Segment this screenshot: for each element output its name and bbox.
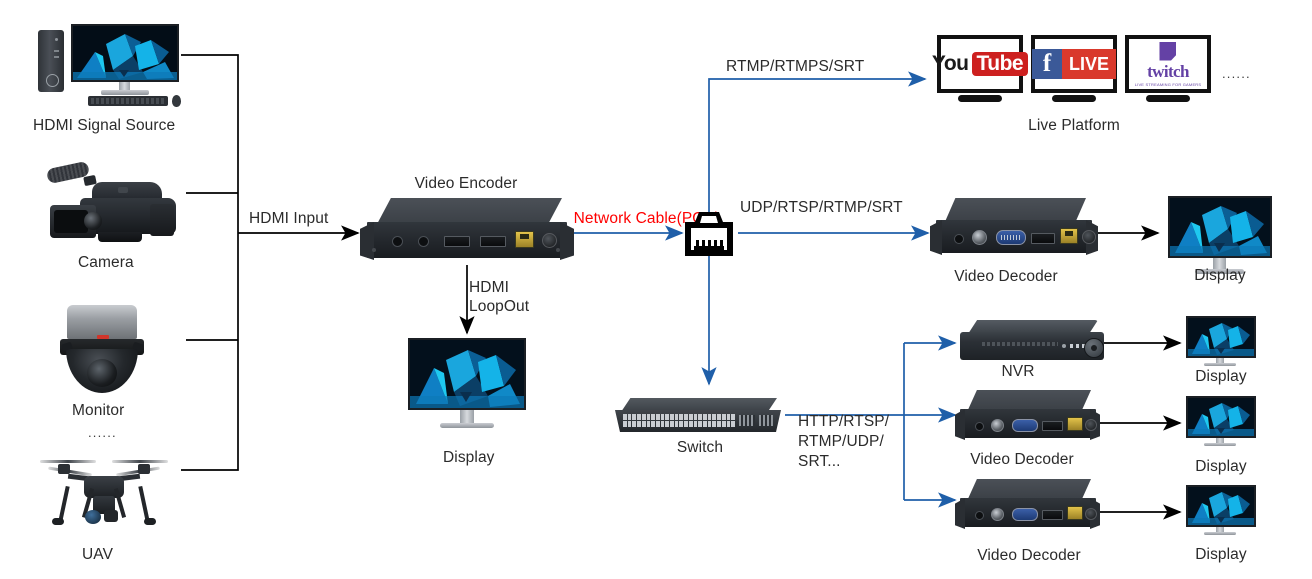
switch-stream-label: HTTP/RTSP/ RTMP/UDP/ SRT... bbox=[798, 413, 890, 471]
live-tile-twitch[interactable]: twitch LIVE STREAMING FOR GAMERS bbox=[1125, 35, 1211, 93]
display-device-nvr bbox=[1186, 316, 1256, 366]
camera-device bbox=[40, 160, 185, 252]
video-decoder-label-top: Video Decoder bbox=[954, 268, 1058, 285]
encoder-port-audio-in bbox=[418, 236, 429, 247]
encoder-port-lan bbox=[515, 231, 534, 248]
encoder-port-power bbox=[542, 233, 557, 248]
source-bracket bbox=[181, 54, 239, 471]
nvr-jog-dial bbox=[1084, 338, 1104, 358]
video-decoder-device-bottom bbox=[955, 479, 1100, 537]
twitch-tile-stand bbox=[1146, 95, 1190, 102]
monitor-device bbox=[57, 303, 147, 393]
live-platform-ellipsis: ...... bbox=[1222, 66, 1251, 81]
switch-device bbox=[613, 398, 783, 442]
encoder-port-hdmi-out bbox=[480, 236, 506, 247]
decoder-port-lan bbox=[1060, 228, 1078, 244]
decoder-port-audio-out bbox=[954, 234, 964, 244]
nvr-vent bbox=[982, 342, 1058, 346]
uav-device bbox=[38, 448, 170, 538]
facebook-f-text: f bbox=[1032, 49, 1062, 79]
twitch-glyph-icon bbox=[1159, 41, 1177, 61]
switch-label: Switch bbox=[676, 439, 724, 456]
sources-ellipsis: ...... bbox=[88, 425, 117, 440]
youtube-you-text: You bbox=[931, 52, 969, 75]
keyboard-icon bbox=[88, 96, 168, 106]
nvr-device bbox=[958, 320, 1106, 366]
hdmi-signal-source-label: HDMI Signal Source bbox=[33, 117, 176, 134]
twitch-tagline-text: LIVE STREAMING FOR GAMERS bbox=[1134, 81, 1202, 87]
rj45-connector-icon bbox=[683, 210, 735, 258]
monitor-label: Monitor bbox=[72, 402, 125, 419]
twitch-word-text: twitch bbox=[1147, 61, 1189, 81]
display-label-top: Display bbox=[1194, 267, 1246, 284]
camera-lens-icon bbox=[84, 212, 102, 230]
pc-monitor-icon bbox=[71, 24, 179, 95]
camera-label: Camera bbox=[78, 254, 134, 271]
video-decoder-device-top bbox=[930, 198, 1098, 264]
live-tile-facebook[interactable]: f LIVE bbox=[1031, 35, 1117, 93]
decoder-port-power bbox=[1082, 230, 1096, 244]
encoder-port-audio-out bbox=[392, 236, 403, 247]
hdmi-input-label: HDMI Input bbox=[249, 210, 329, 227]
uav-camera-lens-icon bbox=[85, 510, 101, 524]
video-decoder-label-bottom: Video Decoder bbox=[977, 547, 1081, 564]
display-label-bottom: Display bbox=[1195, 546, 1247, 563]
display-label-mid: Display bbox=[1195, 458, 1247, 475]
display-label-nvr: Display bbox=[1195, 368, 1247, 385]
hdmi-loopout-label: HDMI LoopOut bbox=[469, 279, 530, 316]
decoder-port-cvbs bbox=[972, 230, 987, 245]
display-device-bottom bbox=[1186, 485, 1256, 535]
switch-port-grid bbox=[623, 414, 735, 427]
video-encoder-title: Video Encoder bbox=[414, 175, 518, 192]
dome-lens-icon bbox=[87, 359, 117, 387]
display-device-top bbox=[1168, 196, 1272, 274]
encoder-port-hdmi-in bbox=[444, 236, 470, 247]
loopout-display-label: Display bbox=[443, 449, 495, 466]
mouse-icon bbox=[172, 95, 181, 107]
youtube-tube-text: Tube bbox=[971, 52, 1029, 76]
loopout-display-device bbox=[408, 338, 526, 430]
video-decoder-label-mid: Video Decoder bbox=[970, 451, 1074, 468]
dome-housing-icon bbox=[67, 305, 137, 339]
video-decoder-device-mid bbox=[955, 390, 1100, 448]
udp-stream-label: UDP/RTSP/RTMP/SRT bbox=[740, 199, 903, 216]
hdmi-signal-source-device bbox=[36, 24, 181, 107]
live-tile-youtube[interactable]: You Tube bbox=[932, 35, 1029, 93]
uav-label: UAV bbox=[82, 546, 114, 563]
pc-tower-icon bbox=[38, 30, 64, 92]
facebook-tile-stand bbox=[1052, 95, 1096, 102]
live-platform-caption: Live Platform bbox=[1028, 117, 1120, 134]
diagram-canvas: HDMI Signal Source Camera Monitor ...... bbox=[0, 0, 1312, 579]
facebook-live-text: LIVE bbox=[1062, 49, 1117, 79]
youtube-tile-stand bbox=[958, 95, 1002, 102]
rtmp-stream-label: RTMP/RTMPS/SRT bbox=[726, 58, 865, 75]
nvr-label: NVR bbox=[1001, 363, 1035, 380]
decoder-port-vga bbox=[996, 230, 1026, 245]
display-device-mid bbox=[1186, 396, 1256, 446]
decoder-port-hdmi-out bbox=[1031, 233, 1055, 244]
video-encoder-device bbox=[360, 198, 575, 268]
